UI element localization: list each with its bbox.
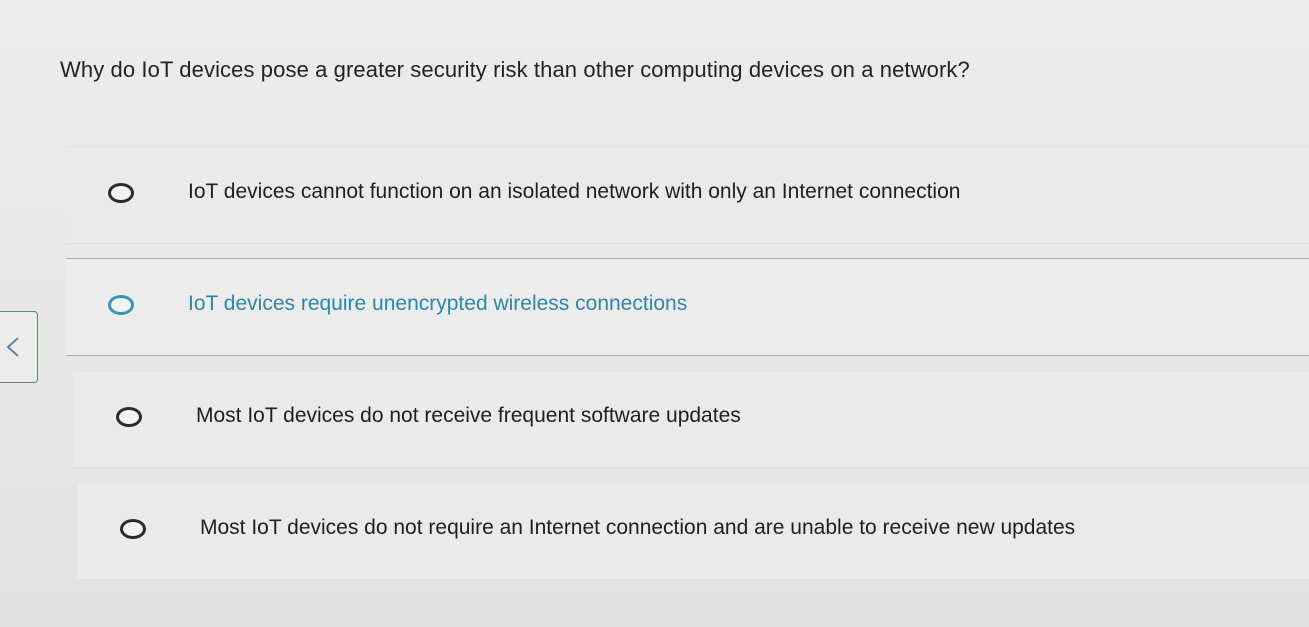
question-text: Why do IoT devices pose a greater securi… — [60, 57, 970, 82]
radio-button-icon[interactable] — [116, 407, 142, 427]
radio-button-icon[interactable] — [108, 295, 134, 315]
answer-option-4[interactable]: Most IoT devices do not require an Inter… — [78, 482, 1309, 580]
answer-options: IoT devices cannot function on an isolat… — [66, 146, 1309, 594]
answer-option-label: Most IoT devices do not require an Inter… — [200, 516, 1076, 539]
answer-option-2[interactable]: IoT devices require unencrypted wireless… — [66, 258, 1309, 356]
back-button[interactable] — [0, 311, 38, 383]
answer-option-1[interactable]: IoT devices cannot function on an isolat… — [66, 146, 1309, 244]
chevron-left-icon — [6, 337, 19, 357]
radio-button-icon[interactable] — [120, 519, 146, 539]
answer-option-3[interactable]: Most IoT devices do not receive frequent… — [74, 370, 1309, 468]
answer-option-label: IoT devices cannot function on an isolat… — [188, 180, 961, 203]
answer-option-label: Most IoT devices do not receive frequent… — [196, 404, 741, 427]
answer-option-label: IoT devices require unencrypted wireless… — [188, 292, 688, 315]
radio-button-icon[interactable] — [108, 183, 134, 203]
